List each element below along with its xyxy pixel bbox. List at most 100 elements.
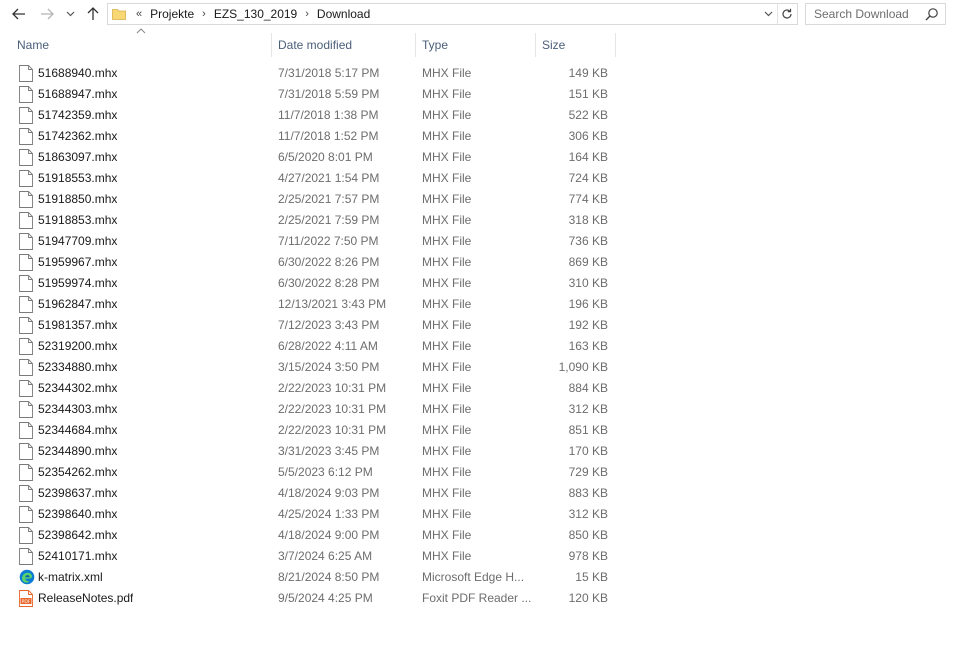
column-header-date[interactable]: Date modified [278,33,414,57]
breadcrumb: « Projekte › EZS_130_2019 › Download [132,7,374,21]
search-input[interactable] [806,5,924,23]
file-name[interactable]: ReleaseNotes.pdf [38,588,133,609]
file-row[interactable]: 52344890.mhx 3/31/2023 3:45 PM MHX File 170… [15,441,615,462]
file-name[interactable]: 51742362.mhx [38,126,117,147]
file-size: 736 KB [568,234,608,248]
file-name[interactable]: 51947709.mhx [38,231,117,252]
file-row[interactable]: 52398640.mhx 4/25/2024 1:33 PM MHX File 312… [15,504,615,525]
file-row[interactable]: 51918553.mhx 4/27/2021 1:54 PM MHX File 724… [15,168,615,189]
file-row[interactable]: 52344302.mhx 2/22/2023 10:31 PM MHX File 88… [15,378,615,399]
search-icon[interactable] [925,7,939,24]
file-row[interactable]: 52410171.mhx 3/7/2024 6:25 AM MHX File 978 … [15,546,615,567]
file-row[interactable]: 51918853.mhx 2/25/2021 7:59 PM MHX File 318… [15,210,615,231]
column-header-type[interactable]: Type [422,33,534,57]
file-type: MHX File [422,129,472,143]
file-name[interactable]: 51688940.mhx [38,63,117,84]
file-row[interactable]: k-matrix.xml 8/21/2024 8:50 PM Microsoft E… [15,567,615,588]
file-row[interactable]: 51959967.mhx 6/30/2022 8:26 PM MHX File 869… [15,252,615,273]
file-name[interactable]: 52319200.mhx [38,336,117,357]
file-name[interactable]: 51742359.mhx [38,105,117,126]
address-history-button[interactable] [761,4,775,24]
file-date-modified: 3/15/2024 3:50 PM [278,360,380,374]
file-name[interactable]: 51863097.mhx [38,147,117,168]
file-row[interactable]: 52344684.mhx 2/22/2023 10:31 PM MHX File 85… [15,420,615,441]
generic-file-icon [19,338,33,355]
file-row[interactable]: 51688947.mhx 7/31/2018 5:59 PM MHX File 151… [15,84,615,105]
up-button[interactable] [83,3,103,25]
file-date-modified: 6/30/2022 8:26 PM [278,255,380,269]
file-row[interactable]: 51962847.mhx 12/13/2021 3:43 PM MHX File 19… [15,294,615,315]
column-header-size[interactable]: Size [542,33,614,57]
file-row[interactable]: 52398642.mhx 4/18/2024 9:00 PM MHX File 850… [15,525,615,546]
column-divider[interactable] [271,33,272,57]
file-row[interactable]: 51947709.mhx 7/11/2022 7:50 PM MHX File 736… [15,231,615,252]
file-name[interactable]: 52344303.mhx [38,399,117,420]
file-name[interactable]: 51918553.mhx [38,168,117,189]
generic-file-icon [19,527,33,544]
file-name[interactable]: 51959974.mhx [38,273,117,294]
file-row[interactable]: 52334880.mhx 3/15/2024 3:50 PM MHX File 1,0… [15,357,615,378]
file-date-modified: 4/18/2024 9:00 PM [278,528,380,542]
file-row[interactable]: 51742359.mhx 11/7/2018 1:38 PM MHX File 522… [15,105,615,126]
file-size: 850 KB [568,528,608,542]
file-row[interactable]: 51742362.mhx 11/7/2018 1:52 PM MHX File 306… [15,126,615,147]
file-name[interactable]: k-matrix.xml [38,567,103,588]
file-date-modified: 2/22/2023 10:31 PM [278,423,387,437]
file-size: 306 KB [568,129,608,143]
file-date-modified: 11/7/2018 1:38 PM [278,108,379,122]
file-name[interactable]: 52410171.mhx [38,546,117,567]
file-name[interactable]: 51688947.mhx [38,84,117,105]
breadcrumb-overflow[interactable]: « [132,8,146,20]
file-date-modified: 7/31/2018 5:59 PM [278,87,380,101]
file-row[interactable]: 52344303.mhx 2/22/2023 10:31 PM MHX File 31… [15,399,615,420]
address-bar[interactable]: « Projekte › EZS_130_2019 › Download [107,3,798,25]
forward-button[interactable] [37,3,57,25]
file-type: MHX File [422,276,472,290]
breadcrumb-item-ezs[interactable]: EZS_130_2019 [210,7,301,21]
file-name[interactable]: 52344302.mhx [38,378,117,399]
file-size: 774 KB [568,192,608,206]
file-row[interactable]: 52398637.mhx 4/18/2024 9:03 PM MHX File 883… [15,483,615,504]
back-button[interactable] [9,3,29,25]
file-name[interactable]: 52398640.mhx [38,504,117,525]
file-name[interactable]: 51981357.mhx [38,315,117,336]
file-size: 883 KB [568,486,608,500]
generic-file-icon [19,275,33,292]
file-name[interactable]: 51959967.mhx [38,252,117,273]
breadcrumb-item-download[interactable]: Download [313,7,374,21]
file-name[interactable]: 51962847.mhx [38,294,117,315]
file-name[interactable]: 51918853.mhx [38,210,117,231]
file-name[interactable]: 52344890.mhx [38,441,117,462]
generic-file-icon [19,191,33,208]
file-row[interactable]: 52319200.mhx 6/28/2022 4:11 AM MHX File 163… [15,336,615,357]
breadcrumb-item-projekte[interactable]: Projekte [146,7,198,21]
recent-locations-button[interactable] [63,3,77,25]
file-date-modified: 5/5/2023 6:12 PM [278,465,373,479]
file-row[interactable]: 51959974.mhx 6/30/2022 8:28 PM MHX File 310… [15,273,615,294]
file-row[interactable]: 51981357.mhx 7/12/2023 3:43 PM MHX File 192… [15,315,615,336]
file-row[interactable]: 52354262.mhx 5/5/2023 6:12 PM MHX File 729 … [15,462,615,483]
generic-file-icon [19,422,33,439]
column-divider[interactable] [615,33,616,57]
refresh-button[interactable] [777,4,795,24]
file-size: 318 KB [568,213,608,227]
file-name[interactable]: 52354262.mhx [38,462,117,483]
file-type: Microsoft Edge H... [422,570,525,584]
file-size: 1,090 KB [558,360,608,374]
file-name[interactable]: 52398642.mhx [38,525,117,546]
file-name[interactable]: 51918850.mhx [38,189,117,210]
file-row[interactable]: PDF ReleaseNotes.pdf 9/5/2024 4:25 PM Foxit… [15,588,615,609]
file-row[interactable]: 51918850.mhx 2/25/2021 7:57 PM MHX File 774… [15,189,615,210]
generic-file-icon [19,296,33,313]
column-divider[interactable] [535,33,536,57]
file-row[interactable]: 51863097.mhx 6/5/2020 8:01 PM MHX File 164 … [15,147,615,168]
file-name[interactable]: 52334880.mhx [38,357,117,378]
column-header-name[interactable]: Name [17,33,271,57]
file-row[interactable]: 51688940.mhx 7/31/2018 5:17 PM MHX File 149… [15,63,615,84]
file-name[interactable]: 52398637.mhx [38,483,117,504]
column-divider[interactable] [415,33,416,57]
breadcrumb-separator-icon[interactable]: › [301,8,313,20]
file-name[interactable]: 52344684.mhx [38,420,117,441]
breadcrumb-separator-icon[interactable]: › [198,8,210,20]
generic-file-icon [19,86,33,103]
